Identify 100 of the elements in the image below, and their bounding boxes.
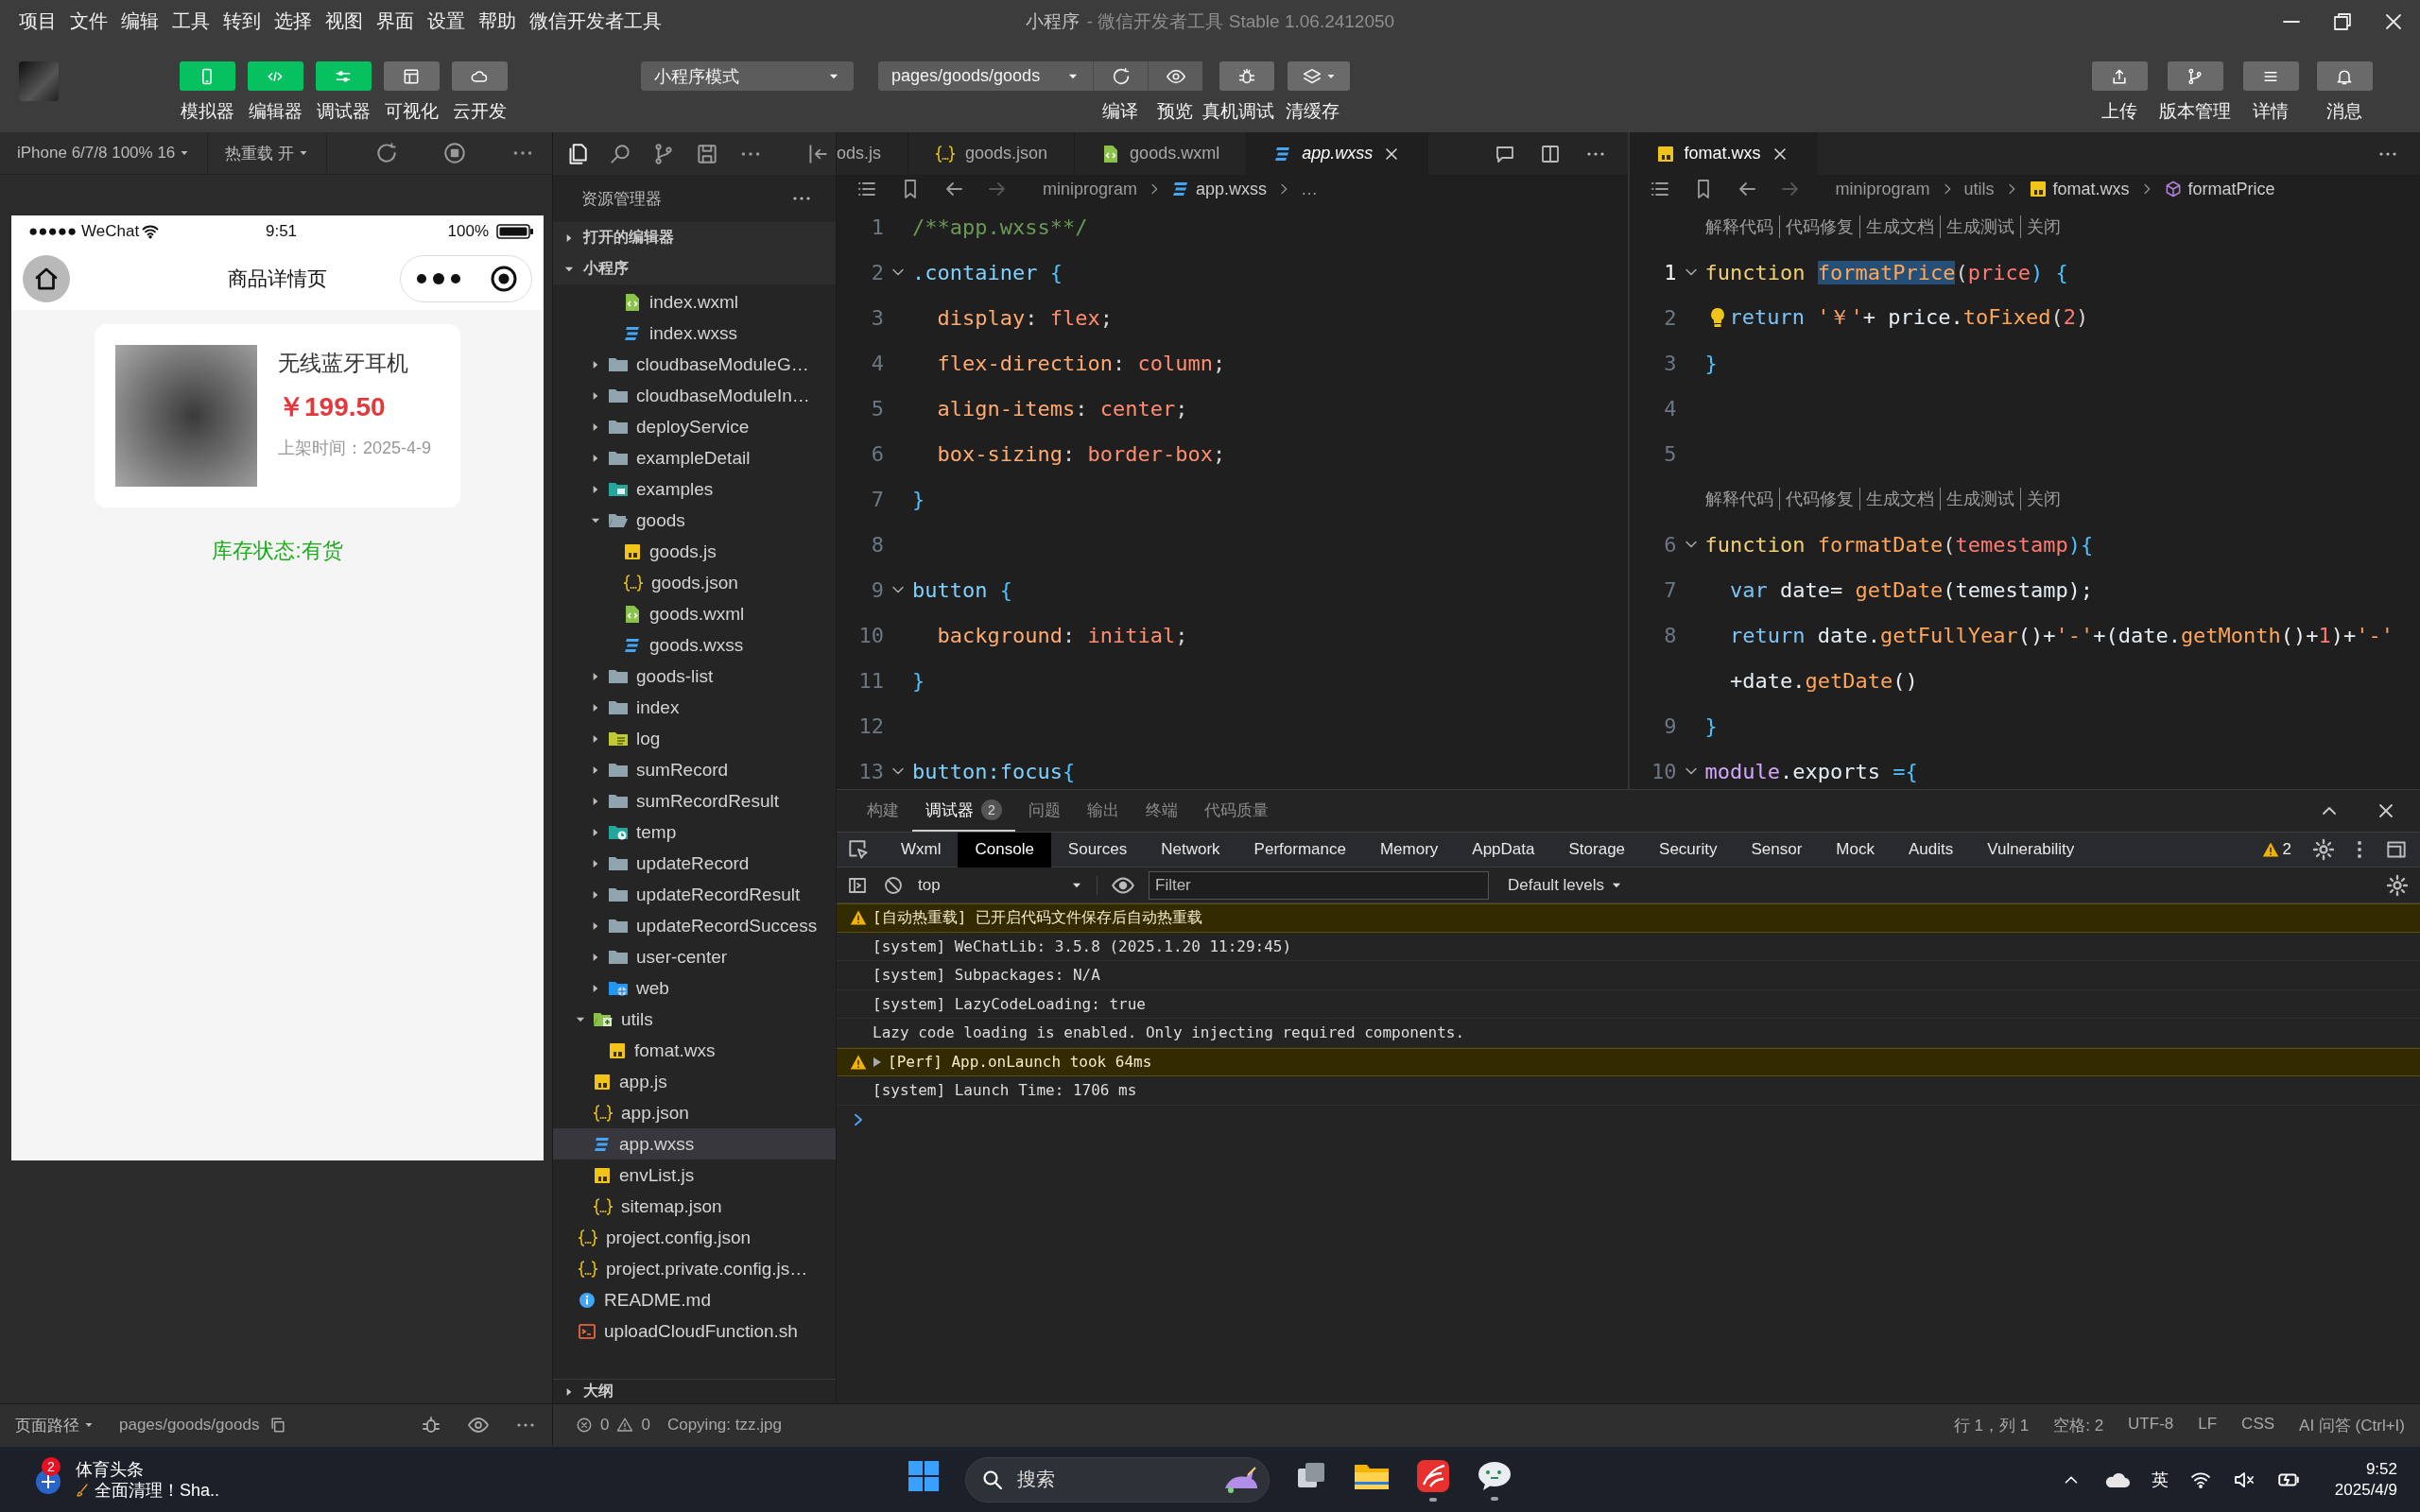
view-toggle-button[interactable] [179,61,235,91]
menu-item[interactable]: 帮助 [472,5,523,38]
menu-item[interactable]: 视图 [319,5,370,38]
feather-app-icon[interactable] [1415,1457,1451,1494]
tree-item[interactable]: index.wxss [553,318,836,349]
editor-tab[interactable]: ods.js [837,132,909,175]
devtools-tab[interactable]: Memory [1362,832,1456,868]
menu-item[interactable]: 微信开发者工具 [523,5,668,38]
lightbulb-icon[interactable] [1708,306,1726,329]
hot-reload-select[interactable]: 热重载 开 [208,131,328,175]
devtools-tab[interactable]: Security [1642,832,1735,868]
target-icon[interactable] [489,265,518,293]
toolbar-button[interactable] [2167,61,2223,91]
codelens-link[interactable]: 代码修复 [1778,488,1859,510]
breadcrumb-item[interactable]: miniprogram [1043,179,1138,199]
context-select[interactable]: top [918,875,1098,895]
panel-tab[interactable]: 问题 [1015,790,1074,832]
tree-item[interactable]: project.config.json [553,1222,836,1253]
windows-logo-icon[interactable] [907,1458,941,1493]
tree-item[interactable]: envList.js [553,1160,836,1191]
menu-item[interactable]: 项目 [12,5,63,38]
devtools-tab[interactable]: Wxml [884,832,959,868]
menu-item[interactable]: 文件 [63,5,114,38]
menu-item[interactable]: 选择 [268,5,319,38]
breadcrumb-item[interactable]: miniprogram [1835,179,1930,199]
editor-tab[interactable]: fomat.wxs [1629,132,1817,175]
tree-item[interactable]: examples [553,473,836,505]
panel-tab[interactable]: 终端 [1132,790,1191,832]
tree-item[interactable]: goods.wxml [553,598,836,629]
tree-item[interactable]: app.json [553,1097,836,1128]
devtools-tab[interactable]: Storage [1551,832,1643,868]
tree-item[interactable]: project.private.config.js… [553,1253,836,1284]
toolbar-button[interactable] [2091,61,2148,91]
view-toggle-button[interactable] [451,61,508,91]
editor-tab[interactable]: app.wxss [1247,132,1429,175]
tree-item[interactable]: cloudbaseModuleG… [553,349,836,380]
tree-item[interactable]: cloudbaseModuleIn… [553,380,836,411]
tree-item[interactable]: README.md [553,1284,836,1315]
devtools-tab[interactable]: AppData [1455,832,1552,868]
dots-icon[interactable] [414,272,462,285]
tree-item[interactable]: updateRecordResult [553,879,836,910]
breadcrumb-item[interactable]: utils [1963,179,1995,199]
menu-item[interactable]: 编辑 [114,5,165,38]
panel-tab[interactable]: 输出 [1074,790,1132,832]
breadcrumb-item[interactable]: … [1301,179,1319,199]
view-toggle-button[interactable] [247,61,303,91]
stop-icon[interactable] [442,141,467,165]
breadcrumb-item[interactable]: formatPrice [2163,179,2275,199]
devtools-tab[interactable]: Audits [1891,832,1971,868]
status-item[interactable]: LF [2198,1414,2218,1436]
action-button[interactable] [1093,61,1148,91]
kebab-icon[interactable] [2356,838,2363,861]
view-toggle-button[interactable] [315,61,372,91]
gear-icon[interactable] [2312,838,2335,861]
panel-tab[interactable]: 代码质量 [1191,790,1282,832]
tree-item[interactable]: goods-list [553,661,836,692]
action-button[interactable] [1288,61,1350,91]
action-button[interactable] [1219,61,1274,91]
toolbar-button[interactable] [2316,61,2373,91]
search-field[interactable]: 搜索 [965,1456,1270,1503]
gear-icon[interactable] [2386,873,2409,897]
tree-item[interactable]: index.wxml [553,286,836,318]
status-item[interactable]: 空格: 2 [2053,1414,2104,1436]
devtools-tab[interactable]: Mock [1819,832,1892,868]
tree-item[interactable]: uploadCloudFunction.sh [553,1315,836,1347]
tree-item[interactable]: utils [553,1004,836,1035]
section-header[interactable]: 小程序 [553,253,836,284]
inspect-icon[interactable] [846,837,871,862]
tree-item[interactable]: exampleDetail [553,442,836,473]
tree-item[interactable]: updateRecord [553,848,836,879]
codelens-link[interactable]: 生成测试 [1939,215,2020,238]
devtools-tab[interactable]: Performance [1236,832,1363,868]
codelens-link[interactable]: 生成测试 [1939,488,2020,510]
devtools-tab[interactable]: Network [1144,832,1237,868]
status-item[interactable]: CSS [2241,1414,2275,1436]
tree-item[interactable]: fomat.wxs [553,1035,836,1066]
tree-item[interactable]: app.wxss [553,1128,836,1160]
refresh-icon[interactable] [374,141,399,165]
expand-triangle-icon[interactable] [873,1056,882,1068]
tree-item[interactable]: goods.js [553,536,836,567]
devtools-tab[interactable]: Console [958,832,1051,868]
filter-field[interactable]: Filter [1149,870,1489,900]
devtools-tab[interactable]: Vulnerability [1970,832,2092,868]
codelens-link[interactable]: 关闭 [2019,488,2066,510]
device-select[interactable]: iPhone 6/7/8 100% 16 [0,131,209,175]
tree-item[interactable]: web [553,972,836,1004]
status-item[interactable]: UTF-8 [2128,1414,2174,1436]
status-item[interactable]: 行 1，列 1 [1953,1414,2030,1436]
search-input[interactable]: 搜索 [1015,1468,1208,1491]
tree-item[interactable]: sumRecord [553,754,836,785]
view-toggle-button[interactable] [383,61,440,91]
codelens-link[interactable]: 代码修复 [1778,215,1859,238]
tree-item[interactable]: index [553,692,836,723]
menu-item[interactable]: 设置 [421,5,472,38]
panel-tab[interactable]: 构建 [854,790,912,832]
tree-item[interactable]: sumRecordResult [553,785,836,816]
status-item[interactable]: AI 问答 (Ctrl+I) [2299,1414,2405,1436]
tree-item[interactable]: goods [553,505,836,536]
toolbar-button[interactable] [2242,61,2299,91]
input-method[interactable]: 英 [2151,1468,2169,1491]
